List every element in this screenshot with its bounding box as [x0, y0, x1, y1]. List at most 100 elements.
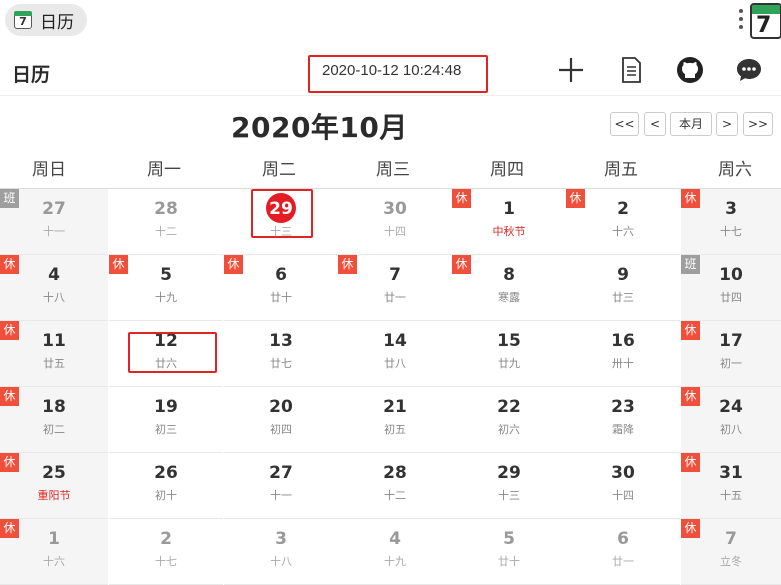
day-cell[interactable]: 休 1 中秋节: [452, 189, 566, 255]
day-cell[interactable]: 20 初四: [224, 387, 338, 453]
day-cell[interactable]: 13 廿七: [224, 321, 338, 387]
day-cell[interactable]: 30 十四: [338, 189, 452, 255]
lunar-date: 十七: [155, 555, 177, 568]
day-cell[interactable]: 15 廿九: [452, 321, 566, 387]
day-cell[interactable]: 班 27 十一: [0, 189, 108, 255]
day-number: 29: [269, 199, 293, 219]
day-cell[interactable]: 休 3 十七: [681, 189, 781, 255]
lunar-date: 初一: [720, 357, 742, 370]
day-cell[interactable]: 休 1 十六: [0, 519, 108, 585]
day-number: 5: [160, 265, 172, 285]
day-number: 2: [617, 199, 629, 219]
calendar-app-icon[interactable]: 7: [750, 3, 781, 39]
lunar-date: 霜降: [612, 423, 634, 436]
prev-year-button[interactable]: <<: [610, 112, 639, 136]
lunar-date: 十四: [612, 489, 634, 502]
lunar-date: 十八: [43, 291, 65, 304]
add-icon[interactable]: [556, 55, 586, 85]
day-cell[interactable]: 9 廿三: [566, 255, 680, 321]
chat-icon[interactable]: [734, 55, 764, 85]
day-number: 28: [154, 199, 178, 219]
prev-month-button[interactable]: <: [644, 112, 666, 136]
lunar-date: 立冬: [720, 555, 742, 568]
day-cell[interactable]: 5 廿十: [452, 519, 566, 585]
lunar-date: 初五: [384, 423, 406, 436]
lunar-date: 卅十: [612, 357, 634, 370]
day-cell[interactable]: 19 初三: [109, 387, 223, 453]
lunar-date: 初十: [155, 489, 177, 502]
day-cell[interactable]: 6 廿一: [566, 519, 680, 585]
lunar-date: 十三: [270, 225, 292, 238]
day-number: 26: [154, 463, 178, 483]
day-cell[interactable]: 23 霜降: [566, 387, 680, 453]
lunar-date: 十六: [43, 555, 65, 568]
day-cell[interactable]: 休 11 廿五: [0, 321, 108, 387]
day-number: 7: [725, 529, 737, 549]
day-cell[interactable]: 30 十四: [566, 453, 680, 519]
day-cell[interactable]: 4 十九: [338, 519, 452, 585]
day-cell[interactable]: 休 2 十六: [566, 189, 680, 255]
day-number: 1: [48, 529, 60, 549]
day-cell[interactable]: 26 初十: [109, 453, 223, 519]
day-cell[interactable]: 3 十八: [224, 519, 338, 585]
app-title: 日历: [12, 64, 51, 86]
weekday-label: 周四: [490, 160, 524, 180]
day-cell[interactable]: 休 7 立冬: [681, 519, 781, 585]
lunar-date: 廿九: [498, 357, 520, 370]
day-cell[interactable]: 16 卅十: [566, 321, 680, 387]
lunar-date: 十二: [155, 225, 177, 238]
lunar-date: 十一: [270, 489, 292, 502]
weekday-label: 周六: [718, 160, 752, 180]
calendar-icon: 7: [14, 11, 32, 29]
day-cell[interactable]: 休 25 重阳节: [0, 453, 108, 519]
calendar-tab[interactable]: 7 日历: [5, 4, 87, 36]
lunar-date: 十二: [384, 489, 406, 502]
day-cell[interactable]: 休 7 廿一: [338, 255, 452, 321]
day-cell[interactable]: 休 17 初一: [681, 321, 781, 387]
day-number: 14: [383, 331, 407, 351]
datetime-highlight-box: 2020-10-12 10:24:48: [308, 55, 488, 93]
day-number: 5: [503, 529, 515, 549]
day-cell[interactable]: 2 十七: [109, 519, 223, 585]
day-cell[interactable]: 22 初六: [452, 387, 566, 453]
day-cell[interactable]: 休 18 初二: [0, 387, 108, 453]
tab-label: 日历: [40, 12, 74, 33]
day-cell[interactable]: 休 31 十五: [681, 453, 781, 519]
day-number: 27: [42, 199, 66, 219]
lunar-date: 十九: [384, 555, 406, 568]
lunar-date: 初六: [498, 423, 520, 436]
day-number: 11: [42, 331, 66, 351]
day-number: 4: [48, 265, 60, 285]
day-cell[interactable]: 21 初五: [338, 387, 452, 453]
lunar-date: 初八: [720, 423, 742, 436]
day-cell[interactable]: 班 10 廿四: [681, 255, 781, 321]
next-year-button[interactable]: >>: [743, 112, 773, 136]
day-number: 22: [497, 397, 521, 417]
day-cell[interactable]: 27 十一: [224, 453, 338, 519]
day-number: 20: [269, 397, 293, 417]
lunar-date: 十七: [720, 225, 742, 238]
more-menu-icon[interactable]: [736, 9, 746, 35]
day-cell[interactable]: 休 5 十九: [109, 255, 223, 321]
day-cell[interactable]: 休 4 十八: [0, 255, 108, 321]
day-cell[interactable]: 休 6 廿十: [224, 255, 338, 321]
document-icon[interactable]: [616, 55, 646, 85]
lunar-date: 初二: [43, 423, 65, 436]
next-month-button[interactable]: >: [716, 112, 738, 136]
day-cell[interactable]: 休 8 寒露: [452, 255, 566, 321]
day-cell[interactable]: 28 十二: [109, 189, 223, 255]
day-number: 6: [275, 265, 287, 285]
day-number: 9: [617, 265, 629, 285]
day-number: 21: [383, 397, 407, 417]
this-month-button[interactable]: 本月: [670, 112, 712, 136]
day-cell[interactable]: 休 24 初八: [681, 387, 781, 453]
lunar-date: 廿十: [498, 555, 520, 568]
day-number: 19: [154, 397, 178, 417]
lunar-date: 廿七: [270, 357, 292, 370]
day-cell[interactable]: 28 十二: [338, 453, 452, 519]
day-cell[interactable]: 29 十三: [452, 453, 566, 519]
github-icon[interactable]: [675, 55, 705, 85]
lunar-date: 廿五: [43, 357, 65, 370]
day-cell[interactable]: 14 廿八: [338, 321, 452, 387]
day-number: 7: [389, 265, 401, 285]
